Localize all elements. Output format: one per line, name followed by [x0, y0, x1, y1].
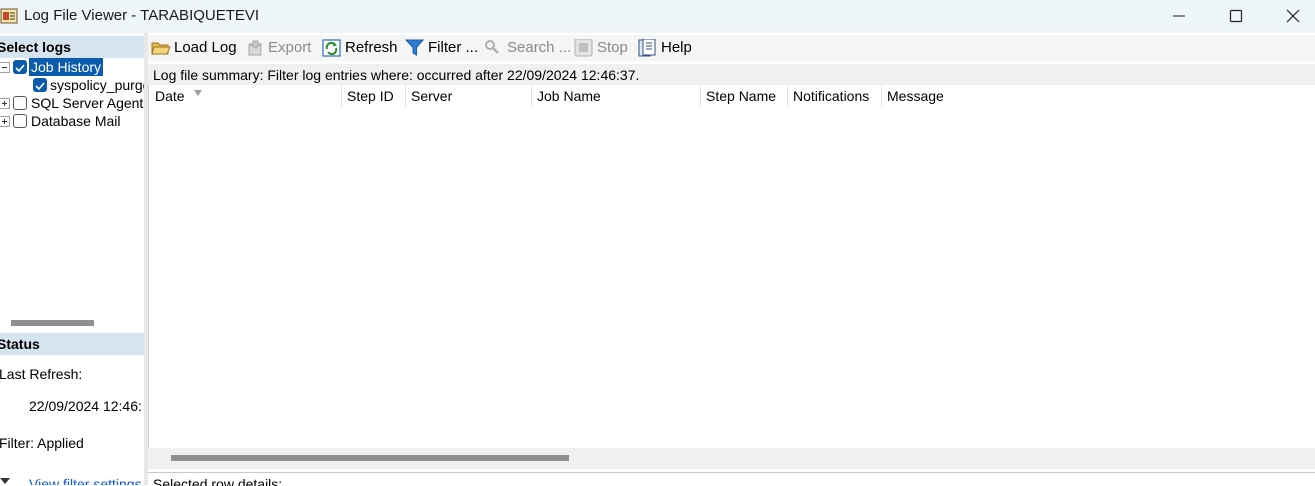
log-summary-bar: Log file summary: Filter log entries whe… — [148, 64, 1315, 85]
column-header-date[interactable]: Date — [149, 85, 341, 107]
toolbar: Load Log Export Refresh Filter ... Searc… — [148, 35, 1315, 61]
maximize-icon — [1229, 9, 1243, 23]
title-bar: Log File Viewer - TARABIQUETEVI — [0, 0, 1315, 33]
sort-arrow-icon — [194, 90, 202, 96]
select-logs-header: Select logs — [0, 36, 144, 58]
expand-toggle[interactable] — [0, 116, 10, 127]
log-viewer-app-icon — [0, 8, 18, 24]
database-mail-checkbox[interactable] — [13, 114, 27, 128]
collapse-toggle[interactable] — [0, 62, 10, 73]
collapse-arrow-icon[interactable] — [0, 477, 11, 485]
window-title: Log File Viewer - TARABIQUETEVI — [24, 7, 260, 24]
column-header-step-id[interactable]: Step ID — [341, 85, 405, 107]
minus-icon — [2, 67, 7, 68]
minimize-icon — [1173, 15, 1185, 17]
close-button[interactable] — [1265, 0, 1315, 33]
tree-item-sql-server-agent[interactable]: SQL Server Agent — [0, 94, 144, 112]
left-pane: Select logs Job History syspolicy_purge … — [0, 33, 144, 485]
tree-item-label: SQL Server Agent — [31, 95, 144, 111]
tree-item-syspolicy-purge[interactable]: syspolicy_purge — [0, 76, 144, 94]
tree-item-label: Database Mail — [31, 113, 121, 129]
column-header-step-name[interactable]: Step Name — [700, 85, 787, 107]
tree-item-label: syspolicy_purge — [50, 77, 144, 93]
plus-icon — [2, 101, 7, 106]
help-book-icon — [638, 39, 656, 57]
tree-horizontal-scrollbar[interactable] — [11, 320, 94, 326]
filter-status: Filter: Applied — [0, 435, 84, 451]
log-summary-text: Log file summary: Filter log entries whe… — [153, 67, 640, 83]
plus-icon — [2, 119, 7, 124]
scrollbar-thumb[interactable] — [171, 455, 569, 461]
funnel-icon — [405, 39, 425, 56]
search-icon — [485, 40, 499, 54]
column-header-notifications[interactable]: Notifications — [787, 85, 881, 107]
sql-server-agent-checkbox[interactable] — [13, 96, 27, 110]
column-header-job-name[interactable]: Job Name — [531, 85, 700, 107]
checkmark-icon — [35, 82, 45, 91]
minimize-button[interactable] — [1151, 0, 1207, 33]
export-icon — [248, 40, 263, 56]
syspolicy-purge-checkbox[interactable] — [33, 78, 47, 92]
selected-row-details: Selected row details: — [148, 472, 1315, 486]
tree-item-job-history[interactable]: Job History — [0, 58, 144, 76]
log-grid[interactable]: Date Step ID Server Job Name Step Name N… — [148, 85, 1315, 448]
last-refresh-value: 22/09/2024 12:46: — [29, 398, 142, 414]
column-header-server[interactable]: Server — [405, 85, 531, 107]
close-icon — [1286, 9, 1300, 23]
tree-item-database-mail[interactable]: Database Mail — [0, 112, 144, 130]
stop-icon — [574, 39, 593, 57]
refresh-icon — [322, 39, 341, 57]
tree-item-label: Job History — [29, 58, 104, 76]
open-folder-icon — [151, 42, 171, 55]
status-header: Status — [0, 333, 144, 355]
column-header-message[interactable]: Message — [881, 85, 1081, 107]
view-filter-settings-link[interactable]: View filter settings — [29, 476, 142, 485]
expand-toggle[interactable] — [0, 98, 10, 109]
grid-horizontal-scrollbar[interactable] — [148, 448, 1315, 469]
last-refresh-label: Last Refresh: — [0, 366, 83, 382]
job-history-checkbox[interactable] — [13, 60, 27, 74]
maximize-button[interactable] — [1208, 0, 1264, 33]
checkmark-icon — [15, 64, 25, 73]
